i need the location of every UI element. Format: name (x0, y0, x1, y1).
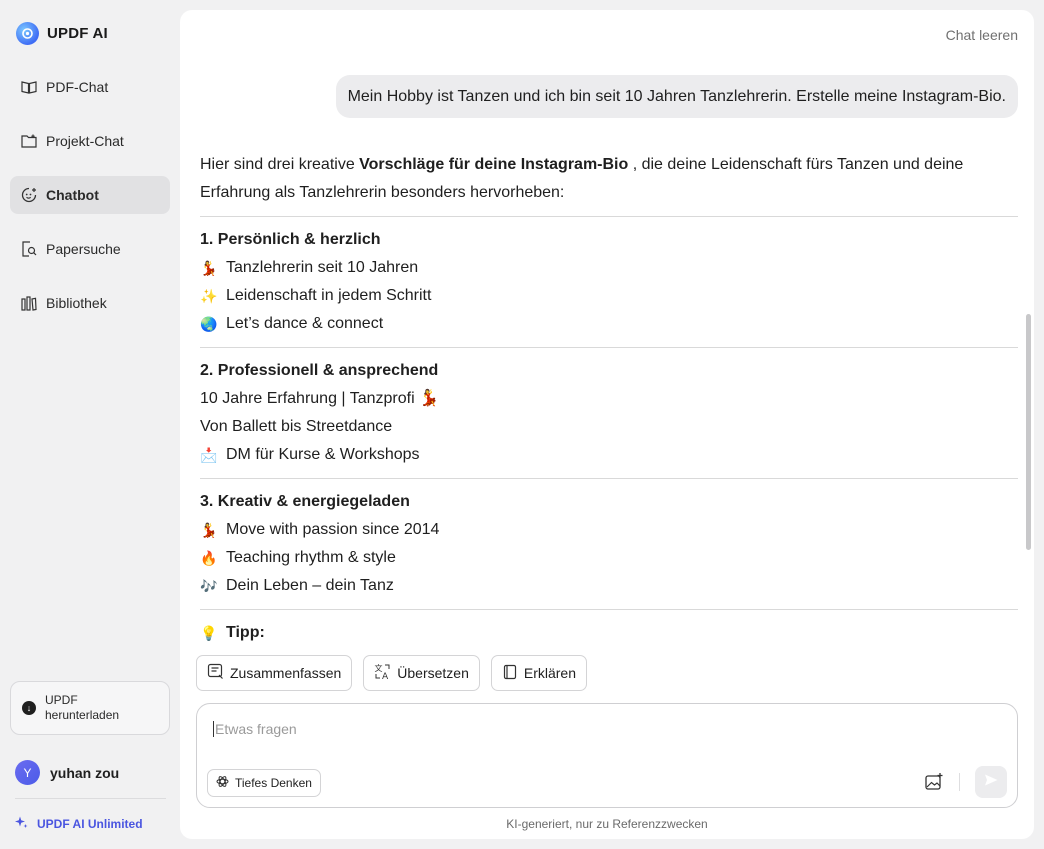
avatar: Y (15, 760, 40, 785)
sidebar-item-pdf-chat[interactable]: PDF-Chat (10, 68, 170, 106)
list-item: 📩 DM für Kurse & Workshops (200, 441, 1018, 469)
sidebar-nav: PDF-Chat Projekt-Chat Chatbot Papersuche… (10, 68, 170, 338)
list-item: 🌏 Let’s dance & connect (200, 310, 1018, 338)
list-item: 10 Jahre Erfahrung | Tanzprofi 💃 (200, 385, 1018, 413)
ai-disclaimer: KI-generiert, nur zu Referenzzwecken (506, 817, 708, 831)
intro-bold: Vorschläge für deine Instagram-Bio (359, 156, 629, 173)
action-label: Erklären (523, 665, 577, 681)
download-button[interactable]: ↓ UPDF herunterladen (10, 681, 170, 735)
translate-button[interactable]: 文A Übersetzen (363, 655, 480, 691)
dancer-icon: 💃 (200, 522, 218, 538)
list-item: Von Ballett bis Streetdance (200, 413, 1018, 441)
sidebar-item-label: Projekt-Chat (46, 133, 124, 149)
section-title: 2. Professionell & ansprechend (200, 362, 439, 379)
sparkles-icon: ✨ (200, 288, 218, 304)
action-label: Übersetzen (397, 665, 469, 681)
sidebar-item-label: Papersuche (46, 241, 121, 257)
list-item: 🔥 Teaching rhythm & style (200, 544, 1018, 572)
library-icon (20, 295, 37, 312)
updf-logo-icon (16, 22, 39, 45)
action-label: Zusammenfassen (230, 665, 342, 681)
user-message: Mein Hobby ist Tanzen und ich bin seit 1… (335, 75, 1018, 118)
section-title: 1. Persönlich & herzlich (200, 231, 381, 248)
sidebar-item-projekt-chat[interactable]: Projekt-Chat (10, 122, 170, 160)
user-profile[interactable]: Y yuhan zou (15, 760, 119, 785)
user-name: yuhan zou (50, 764, 120, 781)
sidebar-item-label: Chatbot (46, 187, 99, 203)
explain-book-icon (502, 664, 518, 683)
sidebar-item-papersuche[interactable]: Papersuche (10, 230, 170, 268)
download-icon: ↓ (22, 701, 36, 715)
line-text: Tanzlehrerin seit 10 Jahren (226, 259, 419, 276)
line-text: Teaching rhythm & style (226, 549, 396, 566)
sidebar: UPDF AI PDF-Chat Projekt-Chat Chatbot Pa… (0, 0, 180, 849)
lightbulb-icon: 💡 (200, 625, 218, 641)
line-text: Dein Leben – dein Tanz (226, 577, 394, 594)
assistant-answer: Hier sind drei kreative Vorschläge für d… (200, 151, 1018, 647)
line-text: Let’s dance & connect (226, 315, 384, 332)
composer-divider (959, 773, 960, 791)
intro-text: Hier sind drei kreative (200, 156, 360, 173)
send-button[interactable] (975, 766, 1007, 798)
unlimited-label: UPDF AI Unlimited (37, 817, 143, 831)
sidebar-divider (15, 798, 166, 799)
paper-search-icon (20, 241, 37, 258)
app-title: UPDF AI (47, 25, 108, 42)
music-notes-icon: 🎶 (200, 578, 218, 594)
tip-label: Tipp: (226, 624, 265, 641)
image-upload-icon[interactable] (924, 772, 944, 792)
translate-icon: 文A (374, 663, 391, 683)
chatbot-icon (20, 187, 37, 204)
folder-plus-icon (20, 133, 37, 150)
composer: Tiefes Denken (196, 703, 1018, 808)
answer-section: 1. Persönlich & herzlich 💃 Tanzlehrerin s… (200, 216, 1018, 347)
line-text: DM für Kurse & Workshops (226, 446, 420, 463)
globe-icon: 🌏 (200, 316, 218, 332)
sidebar-item-label: Bibliothek (46, 295, 107, 311)
answer-section: 2. Professionell & ansprechend 10 Jahre … (200, 347, 1018, 478)
download-label: UPDF herunterladen (45, 693, 120, 722)
list-item: 💃 Tanzlehrerin seit 10 Jahren (200, 254, 1018, 282)
line-text: Move with passion since 2014 (226, 521, 440, 538)
line-text: Von Ballett bis Streetdance (200, 418, 393, 435)
line-text: 10 Jahre Erfahrung | Tanzprofi 💃 (200, 390, 440, 407)
sidebar-item-bibliothek[interactable]: Bibliothek (10, 284, 170, 322)
brand[interactable]: UPDF AI (16, 22, 108, 45)
envelope-icon: 📩 (200, 447, 218, 463)
list-item: 🎶 Dein Leben – dein Tanz (200, 572, 1018, 600)
chat-panel: Chat leeren Mein Hobby ist Tanzen und ic… (180, 10, 1034, 839)
answer-intro: Hier sind drei kreative Vorschläge für d… (200, 151, 1018, 207)
explain-button[interactable]: Erklären (490, 655, 588, 691)
sidebar-item-label: PDF-Chat (46, 79, 109, 95)
section-title: 3. Kreativ & energiegeladen (200, 493, 410, 510)
send-icon (983, 772, 999, 793)
list-item: 💃 Move with passion since 2014 (200, 516, 1018, 544)
unlimited-link[interactable]: UPDF AI Unlimited (15, 816, 143, 832)
atom-icon (216, 775, 229, 791)
chat-input[interactable] (213, 721, 913, 737)
sidebar-item-chatbot[interactable]: Chatbot (10, 176, 170, 214)
summarize-icon (207, 663, 224, 683)
quick-actions: Zusammenfassen 文A Übersetzen Erklären (196, 655, 588, 691)
list-item: ✨ Leidenschaft in jedem Schritt (200, 282, 1018, 310)
summarize-button[interactable]: Zusammenfassen (196, 655, 353, 691)
clear-chat-button[interactable]: Chat leeren (946, 27, 1018, 43)
tip-heading: 💡 Tipp: (200, 609, 1018, 647)
fire-icon: 🔥 (200, 550, 218, 566)
deep-think-toggle[interactable]: Tiefes Denken (207, 769, 321, 797)
book-open-icon (20, 79, 37, 96)
line-text: Leidenschaft in jedem Schritt (226, 287, 432, 304)
scrollbar[interactable] (1026, 314, 1031, 550)
sparkle-icon (15, 816, 28, 832)
svg-text:A: A (382, 672, 389, 680)
dancer-icon: 💃 (200, 260, 218, 276)
answer-section: 3. Kreativ & energiegeladen 💃 Move with p… (200, 478, 1018, 609)
deep-think-label: Tiefes Denken (235, 776, 312, 790)
